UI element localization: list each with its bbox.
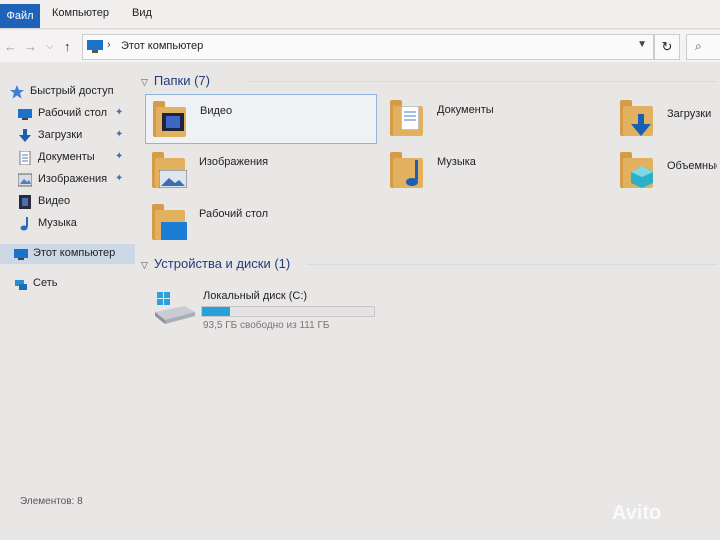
pin-icon[interactable]: ✦ <box>115 151 123 162</box>
forward-arrow-icon[interactable]: → <box>24 39 37 54</box>
devices-group-header[interactable]: ▽ Устройства и диски (1) <box>141 256 290 271</box>
tab-computer[interactable]: Компьютер <box>52 7 109 19</box>
sidebar-item-label: Этот компьютер <box>33 247 116 259</box>
folder-tile-music[interactable]: Музыка <box>383 146 613 194</box>
sidebar-item-network[interactable]: Сеть <box>0 274 135 294</box>
music-folder-icon <box>390 150 431 188</box>
drive-usage-fill <box>202 307 230 316</box>
avito-watermark: Avito <box>612 502 662 524</box>
recent-locations-chevron-icon[interactable]: ⌵ <box>46 41 54 52</box>
sidebar-item-this-pc[interactable]: Этот компьютер <box>0 244 135 264</box>
drive-free-space: 93,5 ГБ свободно из 111 ГБ <box>203 320 330 331</box>
desktop-icon <box>18 109 32 120</box>
folder-tile-3d-objects[interactable]: Объемные о <box>613 146 717 194</box>
sidebar-item-label: Сеть <box>33 277 58 289</box>
tab-file[interactable]: Файл <box>0 4 40 28</box>
folder-name: Видео <box>200 105 233 117</box>
sidebar-item-label: Изображения <box>38 173 108 185</box>
group-divider <box>247 81 717 82</box>
pin-icon[interactable]: ✦ <box>115 107 123 118</box>
refresh-button[interactable]: ↻ <box>654 34 680 60</box>
folder-tile-videos[interactable]: Видео <box>145 94 377 144</box>
image-icon <box>18 173 32 187</box>
folder-name: Загрузки <box>667 108 712 120</box>
folder-name: Объемные о <box>667 160 717 172</box>
status-bar-count: Элементов: 8 <box>20 496 83 507</box>
chevron-down-icon[interactable]: ▽ <box>141 77 148 87</box>
sidebar-item-label: Музыка <box>38 217 77 229</box>
pictures-folder-icon <box>152 150 193 188</box>
folders-group-title: Папки (7) <box>153 73 210 88</box>
sidebar-item-label: Видео <box>38 195 71 207</box>
back-arrow-icon[interactable]: ← <box>4 39 17 54</box>
sidebar-item-desktop[interactable]: Рабочий стол ✦ <box>0 104 135 124</box>
folder-name: Музыка <box>437 156 476 168</box>
folder-tile-documents[interactable]: Документы <box>383 94 613 142</box>
ribbon: Файл Компьютер Вид <box>0 0 720 29</box>
group-divider <box>307 264 717 265</box>
folders-group-header[interactable]: ▽ Папки (7) <box>141 73 210 88</box>
network-icon <box>15 280 27 290</box>
sidebar-item-label: Быстрый доступ <box>30 85 114 97</box>
folder-name: Изображения <box>199 156 269 168</box>
star-icon <box>10 85 24 99</box>
folder-tile-downloads[interactable]: Загрузки <box>613 94 717 142</box>
pin-icon[interactable]: ✦ <box>115 173 123 184</box>
address-bar[interactable]: › Этот компьютер ▼ <box>82 34 654 60</box>
sidebar-item-videos[interactable]: Видео <box>0 192 135 212</box>
computer-icon <box>14 249 28 260</box>
sidebar-item-music[interactable]: Музыка <box>0 214 135 234</box>
sidebar-item-documents[interactable]: Документы ✦ <box>0 148 135 168</box>
video-icon <box>19 195 31 209</box>
devices-group-title: Устройства и диски (1) <box>153 256 291 271</box>
documents-folder-icon <box>390 98 431 136</box>
tab-view[interactable]: Вид <box>132 7 152 19</box>
sidebar-item-quick-access[interactable]: Быстрый доступ <box>0 82 135 102</box>
windows-drive-icon <box>155 292 195 324</box>
search-icon: ⌕ <box>695 39 702 53</box>
drive-usage-bar <box>201 306 375 317</box>
video-folder-icon <box>153 99 194 137</box>
address-dropdown-icon[interactable]: ▼ <box>637 39 647 50</box>
up-arrow-icon[interactable]: ↑ <box>64 39 71 54</box>
content-pane: ▽ Папки (7) Видео Документы Загрузки Изоб… <box>135 64 720 514</box>
search-input[interactable]: ⌕ <box>686 34 720 60</box>
folder-name: Рабочий стол <box>199 208 269 220</box>
3d-objects-folder-icon <box>620 150 661 188</box>
sidebar-item-label: Загрузки <box>38 129 83 141</box>
folder-tile-pictures[interactable]: Изображения <box>145 146 375 194</box>
navigation-bar: ← → ⌵ ↑ › Этот компьютер ▼ ↻ ⌕ <box>0 30 720 62</box>
sidebar-item-label: Рабочий стол <box>38 107 108 119</box>
download-icon <box>19 129 31 142</box>
pin-icon[interactable]: ✦ <box>115 129 123 140</box>
breadcrumb-separator: › <box>107 39 111 51</box>
chevron-down-icon[interactable]: ▽ <box>141 260 148 270</box>
music-icon <box>20 217 28 231</box>
drive-name: Локальный диск (C:) <box>203 290 308 302</box>
folder-name: Документы <box>437 104 494 116</box>
sidebar-item-label: Документы <box>38 151 95 163</box>
document-icon <box>19 151 31 165</box>
sidebar-item-downloads[interactable]: Загрузки ✦ <box>0 126 135 146</box>
navigation-pane: Быстрый доступ Рабочий стол ✦ Загрузки ✦… <box>0 72 135 512</box>
desktop-folder-icon <box>152 202 193 240</box>
computer-icon <box>87 40 103 53</box>
drive-c[interactable]: Локальный диск (C:) 93,5 ГБ свободно из … <box>155 290 395 336</box>
folder-tile-desktop[interactable]: Рабочий стол <box>145 198 375 246</box>
sidebar-item-pictures[interactable]: Изображения ✦ <box>0 170 135 190</box>
downloads-folder-icon <box>620 98 661 136</box>
breadcrumb-this-pc[interactable]: Этот компьютер <box>121 40 203 52</box>
